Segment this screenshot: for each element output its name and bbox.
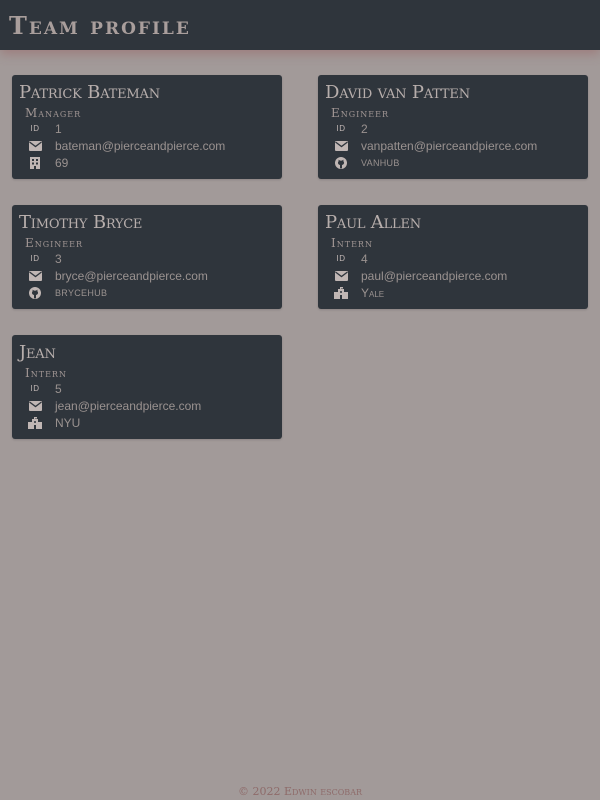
- member-extra-row: NYU: [27, 414, 282, 431]
- member-github[interactable]: vanhub: [361, 158, 400, 168]
- page-title: Team profile: [9, 10, 191, 40]
- page-header: Team profile: [0, 0, 600, 50]
- member-role: Engineer: [331, 106, 390, 120]
- team-cards-grid: Patrick Bateman Manager ID 1 bateman@pie…: [12, 75, 588, 439]
- school-icon: [333, 286, 349, 299]
- envelope-icon: [27, 400, 43, 411]
- member-id-row: ID 1: [27, 120, 282, 137]
- member-email[interactable]: bryce@pierceandpierce.com: [55, 269, 208, 283]
- member-card: Jean Intern ID 5 jean@pierceandpierce.co…: [12, 335, 282, 439]
- member-card: Patrick Bateman Manager ID 1 bateman@pie…: [12, 75, 282, 179]
- envelope-icon: [27, 270, 43, 281]
- member-card: David van Patten Engineer ID 2 vanpatten…: [318, 75, 588, 179]
- member-id: 4: [361, 251, 368, 266]
- member-extra-row: Yale: [333, 284, 588, 301]
- github-icon: [333, 156, 349, 169]
- member-name: Paul Allen: [325, 212, 421, 233]
- member-id: 2: [361, 121, 368, 136]
- member-id: 3: [55, 251, 62, 266]
- member-email-row: paul@pierceandpierce.com: [333, 267, 588, 284]
- building-icon: [27, 156, 43, 169]
- member-github[interactable]: brycehub: [55, 288, 107, 298]
- page-footer: © 2022 Edwin escobar: [238, 785, 362, 798]
- member-id: 1: [55, 121, 62, 136]
- member-email-row: jean@pierceandpierce.com: [27, 397, 282, 414]
- member-id-row: ID 5: [27, 380, 282, 397]
- envelope-icon: [27, 140, 43, 151]
- envelope-icon: [333, 140, 349, 151]
- member-school: Yale: [361, 285, 385, 300]
- member-email-row: vanpatten@pierceandpierce.com: [333, 137, 588, 154]
- member-role: Intern: [25, 366, 67, 380]
- member-id-row: ID 3: [27, 250, 282, 267]
- id-label: ID: [30, 254, 40, 263]
- member-name: David van Patten: [325, 82, 470, 103]
- member-id: 5: [55, 381, 62, 396]
- member-email[interactable]: paul@pierceandpierce.com: [361, 269, 507, 283]
- id-label: ID: [336, 254, 346, 263]
- id-label: ID: [30, 384, 40, 393]
- github-icon: [27, 286, 43, 299]
- member-extra-row: brycehub: [27, 284, 282, 301]
- member-email[interactable]: jean@pierceandpierce.com: [55, 399, 201, 413]
- member-email-row: bateman@pierceandpierce.com: [27, 137, 282, 154]
- member-card: Timothy Bryce Engineer ID 3 bryce@pierce…: [12, 205, 282, 309]
- member-card: Paul Allen Intern ID 4 paul@pierceandpie…: [318, 205, 588, 309]
- school-icon: [27, 416, 43, 429]
- member-extra-row: vanhub: [333, 154, 588, 171]
- member-school: NYU: [55, 415, 81, 430]
- member-name: Timothy Bryce: [19, 212, 143, 233]
- member-extra-row: 69: [27, 154, 282, 171]
- id-label: ID: [30, 124, 40, 133]
- member-email[interactable]: bateman@pierceandpierce.com: [55, 139, 225, 153]
- member-name: Jean: [19, 342, 56, 363]
- member-office: 69: [55, 155, 69, 170]
- member-id-row: ID 4: [333, 250, 588, 267]
- member-email-row: bryce@pierceandpierce.com: [27, 267, 282, 284]
- member-email[interactable]: vanpatten@pierceandpierce.com: [361, 139, 537, 153]
- id-label: ID: [336, 124, 346, 133]
- member-name: Patrick Bateman: [19, 82, 160, 103]
- member-role: Manager: [25, 106, 82, 120]
- member-role: Intern: [331, 236, 373, 250]
- member-role: Engineer: [25, 236, 84, 250]
- member-id-row: ID 2: [333, 120, 588, 137]
- envelope-icon: [333, 270, 349, 281]
